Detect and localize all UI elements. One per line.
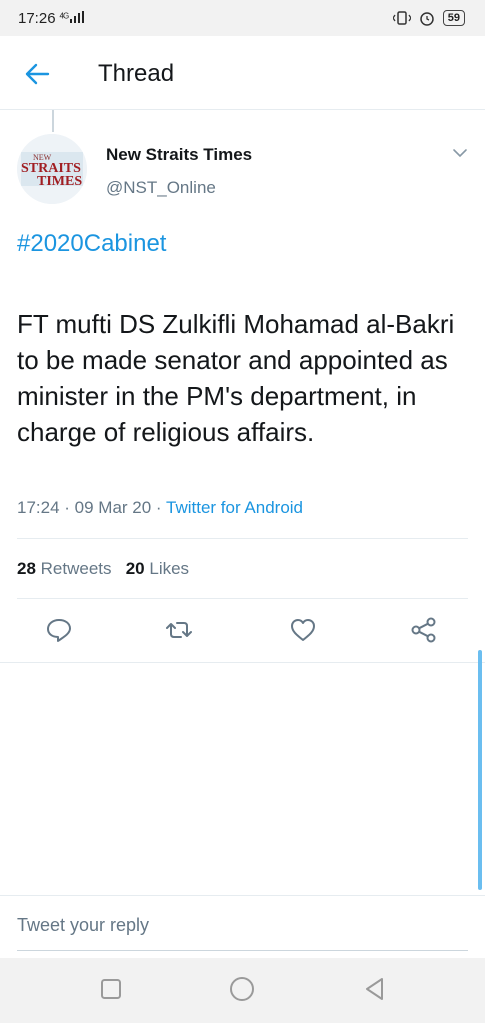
alarm-icon <box>420 12 434 26</box>
author-name[interactable]: New Straits Times <box>106 145 252 165</box>
nst-logo: NEW STRAITS TIMES <box>17 134 87 204</box>
tweet-timestamp: 17:24 · 09 Mar 20 · <box>17 498 166 517</box>
author-handle[interactable]: @NST_Online <box>106 178 216 198</box>
recents-icon[interactable] <box>98 976 124 1002</box>
retweets-count: 28 <box>17 559 36 578</box>
status-bar: 17:26 4G 59 <box>0 0 485 36</box>
likes-count: 20 <box>125 559 145 578</box>
tweet-stats: 28 Retweets 20 Likes <box>17 559 189 579</box>
divider <box>17 538 468 539</box>
page-title: Thread <box>98 60 175 87</box>
tweet-actions <box>0 608 485 658</box>
avatar[interactable]: NEW STRAITS TIMES <box>17 134 87 204</box>
back-nav-icon[interactable] <box>362 976 388 1002</box>
likes-stat[interactable]: 20 Likes <box>126 559 189 578</box>
home-icon[interactable] <box>229 976 255 1002</box>
vibrate-icon <box>392 11 411 25</box>
divider <box>0 895 485 896</box>
signal-icon <box>70 10 85 23</box>
reply-icon[interactable] <box>45 616 73 644</box>
reply-input[interactable]: Tweet your reply <box>17 915 149 936</box>
thread-connector <box>52 110 54 132</box>
status-time: 17:26 <box>18 9 56 27</box>
tweet-source-link[interactable]: Twitter for Android <box>166 498 303 517</box>
divider <box>0 662 485 663</box>
battery-indicator: 59 <box>442 10 465 26</box>
scrollbar[interactable] <box>478 650 482 890</box>
arrow-left-icon[interactable] <box>24 62 50 86</box>
share-icon[interactable] <box>410 616 438 644</box>
top-bar: Thread <box>0 36 485 110</box>
likes-label: Likes <box>149 559 190 578</box>
retweets-stat[interactable]: 28 Retweets <box>17 559 112 578</box>
network-indicator: 4G <box>59 10 85 26</box>
divider <box>17 598 468 599</box>
retweet-icon[interactable] <box>165 616 193 644</box>
heart-icon[interactable] <box>289 616 317 644</box>
tweet-meta: 17:24 · 09 Mar 20 · Twitter for Android <box>17 498 303 518</box>
tweet-text: FT mufti DS Zulkifli Mohamad al-Bakri to… <box>17 309 455 447</box>
network-type: 4G <box>59 10 70 20</box>
chevron-down-icon[interactable] <box>452 147 468 159</box>
logo-line3: TIMES <box>37 174 82 189</box>
retweets-label: Retweets <box>40 559 112 578</box>
reply-underline <box>17 950 468 951</box>
hashtag-link[interactable]: #2020Cabinet <box>17 230 166 258</box>
system-nav-bar <box>0 958 485 1023</box>
